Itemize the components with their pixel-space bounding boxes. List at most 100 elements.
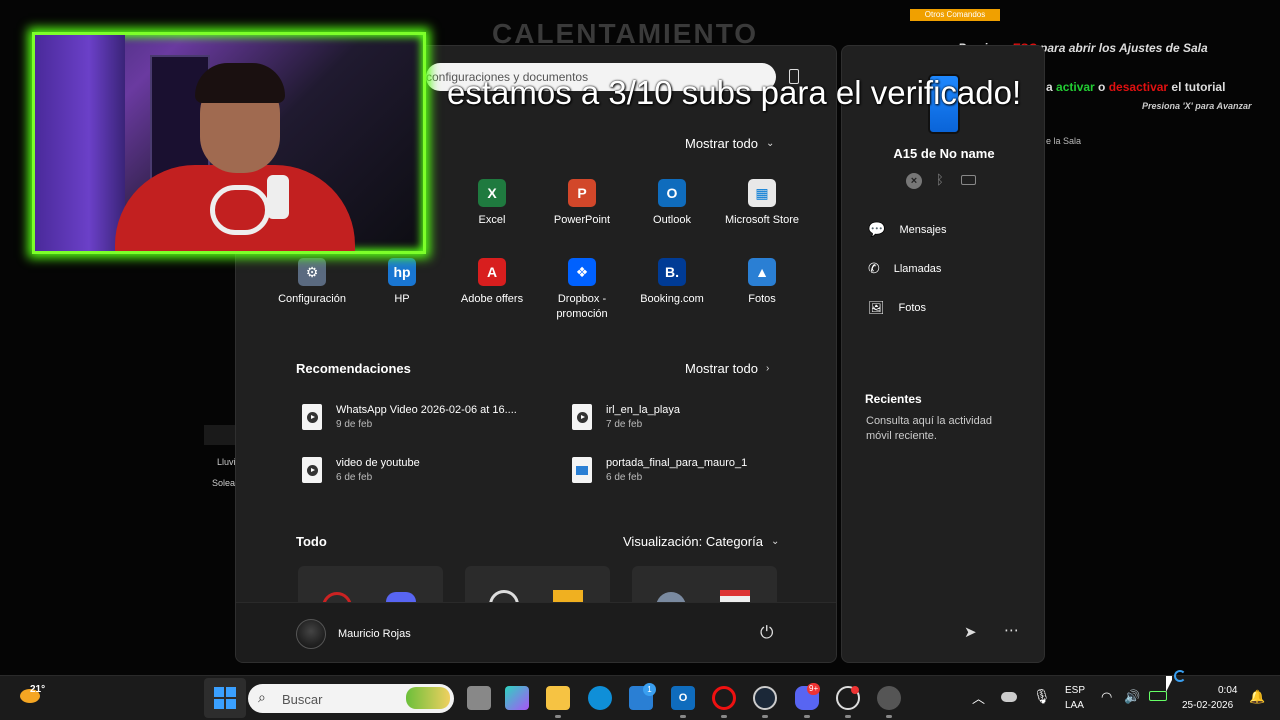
chevron-right-icon: ›: [765, 363, 770, 374]
pinned-app-label: Configuración: [278, 293, 346, 305]
powerpoint-icon: P: [568, 179, 596, 207]
recommendations-title: Recomendaciones: [296, 361, 411, 376]
microphone-icon[interactable]: 🎙: [1033, 688, 1051, 705]
notification-icon[interactable]: 🔔: [1249, 689, 1265, 705]
power-icon[interactable]: ⏻: [760, 623, 773, 643]
webcam-wall: [35, 35, 125, 251]
recommendation-name: WhatsApp Video 2026-02-06 at 16....: [336, 404, 517, 416]
configuraci-n-icon: ⚙: [298, 258, 326, 286]
pinned-app[interactable]: B. Booking.com: [627, 258, 717, 307]
pinned-app[interactable]: O Outlook: [627, 179, 717, 228]
webcam-person-hair: [195, 63, 285, 103]
taskbar: 21° ⌕ Buscar 1 O 9+ ︿ 🎙 ESP LAA ◠ 🔊 0:04…: [0, 675, 1280, 720]
user-name[interactable]: Mauricio Rojas: [338, 628, 411, 640]
webcam-overlay: [32, 32, 426, 254]
running-indicator: [845, 715, 851, 718]
file-explorer-icon[interactable]: [546, 686, 570, 710]
phone-item-photos[interactable]: 🖼 Fotos: [868, 300, 926, 316]
outlook-icon: O: [658, 179, 686, 207]
busy-spinner-icon: [1174, 670, 1186, 682]
clock-time[interactable]: 0:04: [1218, 685, 1237, 696]
microsoft-store-icon: ▦: [748, 179, 776, 207]
obs-icon[interactable]: [877, 686, 901, 710]
recommendation-date: 7 de feb: [606, 419, 643, 430]
pinned-app[interactable]: ⚙ Configuración: [267, 258, 357, 307]
send-icon[interactable]: ➤: [964, 623, 977, 641]
pinned-show-all-button[interactable]: Mostrar todo ⌄: [685, 136, 774, 151]
notification-dot: [851, 686, 859, 694]
pinned-app[interactable]: ❖ Dropbox - promoción: [537, 258, 627, 322]
recommendation-item[interactable]: portada_final_para_mauro_1 6 de feb: [572, 457, 812, 483]
pinned-app-label: Dropbox - promoción: [556, 293, 608, 320]
pinned-app[interactable]: X Excel: [447, 179, 537, 228]
battery-icon[interactable]: [1149, 691, 1167, 701]
running-indicator: [555, 715, 561, 718]
search-highlight-icon: [406, 687, 450, 709]
pinned-app[interactable]: A Adobe offers: [447, 258, 537, 307]
volume-icon[interactable]: 🔊: [1124, 689, 1140, 705]
phone-link-panel: A15 de No name × ᛒ 💬 Mensajes ✆ Llamadas 🖼…: [841, 45, 1045, 663]
chevron-down-icon: ⌄: [765, 138, 775, 149]
discord-badge: 9+: [807, 683, 821, 695]
device-name: A15 de No name: [893, 146, 995, 161]
pinned-app[interactable]: P PowerPoint: [537, 179, 627, 228]
close-icon[interactable]: ×: [906, 173, 922, 189]
booking-com-icon: B.: [658, 258, 686, 286]
more-icon[interactable]: ⋯: [1004, 621, 1019, 639]
all-apps-title: Todo: [296, 534, 327, 549]
dropbox-promoci-n-icon: ❖: [568, 258, 596, 286]
pinned-app-label: Excel: [478, 214, 506, 226]
message-icon: 💬: [868, 221, 886, 237]
phone-item-calls[interactable]: ✆ Llamadas: [868, 260, 941, 277]
background-hint-room: e la Sala: [1046, 136, 1082, 146]
chevron-up-icon[interactable]: ︿: [972, 688, 985, 707]
webcam-shirt-logo: [210, 185, 270, 235]
background-hint-tutorial: a activar o desactivar el tutorial: [1046, 80, 1226, 94]
pinned-app[interactable]: ▲ Fotos: [717, 258, 807, 307]
recommendation-item[interactable]: irl_en_la_playa 7 de feb: [572, 404, 812, 430]
steam-icon[interactable]: [753, 686, 777, 710]
background-widget: [204, 425, 238, 445]
video-file-icon: [302, 404, 322, 430]
temperature[interactable]: 21°: [30, 684, 45, 695]
wifi-icon[interactable]: ◠: [1101, 689, 1112, 705]
pinned-app[interactable]: hp HP: [357, 258, 447, 307]
task-view-icon[interactable]: [467, 686, 491, 710]
opera-icon[interactable]: [712, 686, 736, 710]
recommendation-name: irl_en_la_playa: [606, 404, 680, 416]
battery-icon: [961, 175, 976, 185]
adobe-offers-icon: A: [478, 258, 506, 286]
windows-icon: [214, 687, 236, 709]
start-footer: Mauricio Rojas ⏻: [236, 602, 836, 662]
outlook-icon[interactable]: O: [671, 686, 695, 710]
background-hint-advance: Presiona 'X' para Avanzar: [1142, 101, 1252, 111]
avatar[interactable]: [296, 619, 326, 649]
recommendation-date: 6 de feb: [336, 472, 373, 483]
start-button[interactable]: [204, 678, 246, 718]
copilot-icon[interactable]: [505, 686, 529, 710]
view-category-button[interactable]: Visualización: Categoría ⌄: [623, 534, 779, 549]
photo-icon: 🖼: [868, 300, 885, 315]
language-code[interactable]: ESP: [1065, 685, 1085, 696]
recommendations-show-all-button[interactable]: Mostrar todo ›: [685, 361, 769, 376]
pinned-app[interactable]: ▦ Microsoft Store: [717, 179, 807, 228]
phone-item-messages[interactable]: 💬 Mensajes: [868, 221, 947, 238]
onedrive-icon[interactable]: [1001, 692, 1017, 702]
clock-date[interactable]: 25-02-2026: [1182, 700, 1233, 711]
recommendation-date: 9 de feb: [336, 419, 373, 430]
edge-icon[interactable]: [588, 686, 612, 710]
recent-text: Consulta aquí la actividad móvil recient…: [866, 415, 992, 442]
pinned-app-label: Booking.com: [640, 293, 704, 305]
recommendation-item[interactable]: WhatsApp Video 2026-02-06 at 16.... 9 de …: [302, 404, 542, 430]
background-badge: Otros Comandos: [910, 9, 1000, 21]
pinned-app-label: Outlook: [653, 214, 691, 226]
keyboard-layout[interactable]: LAA: [1065, 700, 1084, 711]
background-weather-1: Lluvi: [217, 457, 236, 467]
recommendation-item[interactable]: video de youtube 6 de feb: [302, 457, 542, 483]
desktop: CALENTAMIENTO Otros Comandos Presiona ES…: [0, 0, 1280, 720]
running-indicator: [804, 715, 810, 718]
bluetooth-icon: ᛒ: [936, 172, 944, 187]
pinned-app-label: Adobe offers: [460, 293, 524, 305]
taskbar-search-input[interactable]: ⌕ Buscar: [248, 684, 454, 713]
webcam-microphone: [267, 175, 289, 219]
